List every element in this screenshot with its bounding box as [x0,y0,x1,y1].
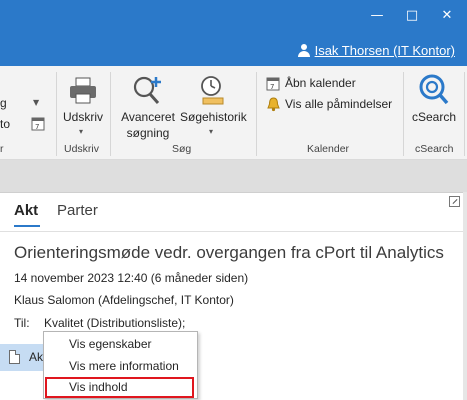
tab-parter[interactable]: Parter [57,202,98,219]
svg-text:7: 7 [270,83,274,91]
group-label-print: Udskriv [64,143,100,155]
search-history-button[interactable]: Søgehistorik ▾ [180,72,247,142]
user-name-link[interactable]: Isak Thorsen (IT Kontor) [315,43,455,58]
print-label: Udskriv [62,110,103,124]
search-history-label: Søgehistorik [180,110,247,124]
calendar-small-icon[interactable]: 7 [31,116,45,131]
menu-item-more-info[interactable]: Vis mere information [44,356,197,377]
group-separator [110,72,111,156]
message-subject: Orienteringsmøde vedr. overgangen fra cP… [14,243,444,262]
group-label-search: Søg [172,143,192,155]
menu-item-show-content[interactable]: Vis indhold [45,377,194,398]
context-menu: Vis egenskaber Vis mere information Vis … [43,331,198,399]
group-separator [464,72,465,156]
csearch-label: cSearch [411,110,457,124]
group-separator [56,72,57,156]
ribbon-partial-item-2[interactable]: to [0,117,10,131]
open-calendar-label: Åbn kalender [285,76,356,90]
minimize-button[interactable]: — [360,4,394,28]
tab-akt[interactable]: Akt [14,202,38,219]
show-reminders-button[interactable]: Vis alle påmindelser [266,96,401,114]
active-tab-indicator [14,225,40,227]
message-date: 14 november 2023 12:40 (6 måneder siden) [14,271,249,285]
calendar-icon: 7 [266,77,280,91]
menu-item-properties[interactable]: Vis egenskaber [44,334,197,355]
group-label-partial: r [0,143,4,155]
open-calendar-button[interactable]: 7 Åbn kalender [266,75,396,93]
close-button[interactable]: ✕ [430,4,464,28]
print-button[interactable]: Udskriv ▾ [60,72,106,138]
bell-icon [267,97,280,112]
show-reminders-label: Vis alle påmindelser [285,97,393,111]
maximize-button[interactable]: □ [395,4,429,28]
pane-scrollbar[interactable] [463,192,467,400]
user-icon [297,44,310,57]
ribbon-partial-item-1[interactable]: g [0,96,7,110]
printer-icon [70,77,96,104]
history-icon [201,76,224,105]
to-recipient[interactable]: Kvalitet (Distributionsliste); [44,316,185,330]
group-label-calendar: Kalender [307,143,350,155]
chevron-down-icon[interactable]: ▼ [33,98,39,107]
csearch-button[interactable]: cSearch [408,72,460,134]
pop-out-icon[interactable] [449,196,460,207]
chevron-down-icon: ▾ [209,127,214,136]
chevron-down-icon: ▾ [79,127,84,136]
to-label: Til: [14,316,30,330]
group-label-csearch: cSearch [415,143,454,155]
search-add-icon [133,76,161,104]
svg-text:7: 7 [35,123,39,131]
collapsed-area [0,160,467,192]
advanced-search-label-1: Avanceret [121,110,175,124]
group-separator [403,72,404,156]
document-icon [9,350,20,364]
tab-divider [0,231,463,232]
attachment-label: Ak [29,350,44,364]
message-sender[interactable]: Klaus Salomon (Afdelingschef, IT Kontor) [14,293,234,307]
advanced-search-label-2: søgning [126,126,170,140]
group-separator [256,72,257,156]
advanced-search-button[interactable]: Avanceret søgning [116,72,180,142]
ribbon: g to ▼ 7 r Udskriv ▾ Udskriv Avanceret s… [0,66,467,160]
user-account[interactable]: Isak Thorsen (IT Kontor) [297,43,455,58]
csearch-icon [419,74,449,105]
